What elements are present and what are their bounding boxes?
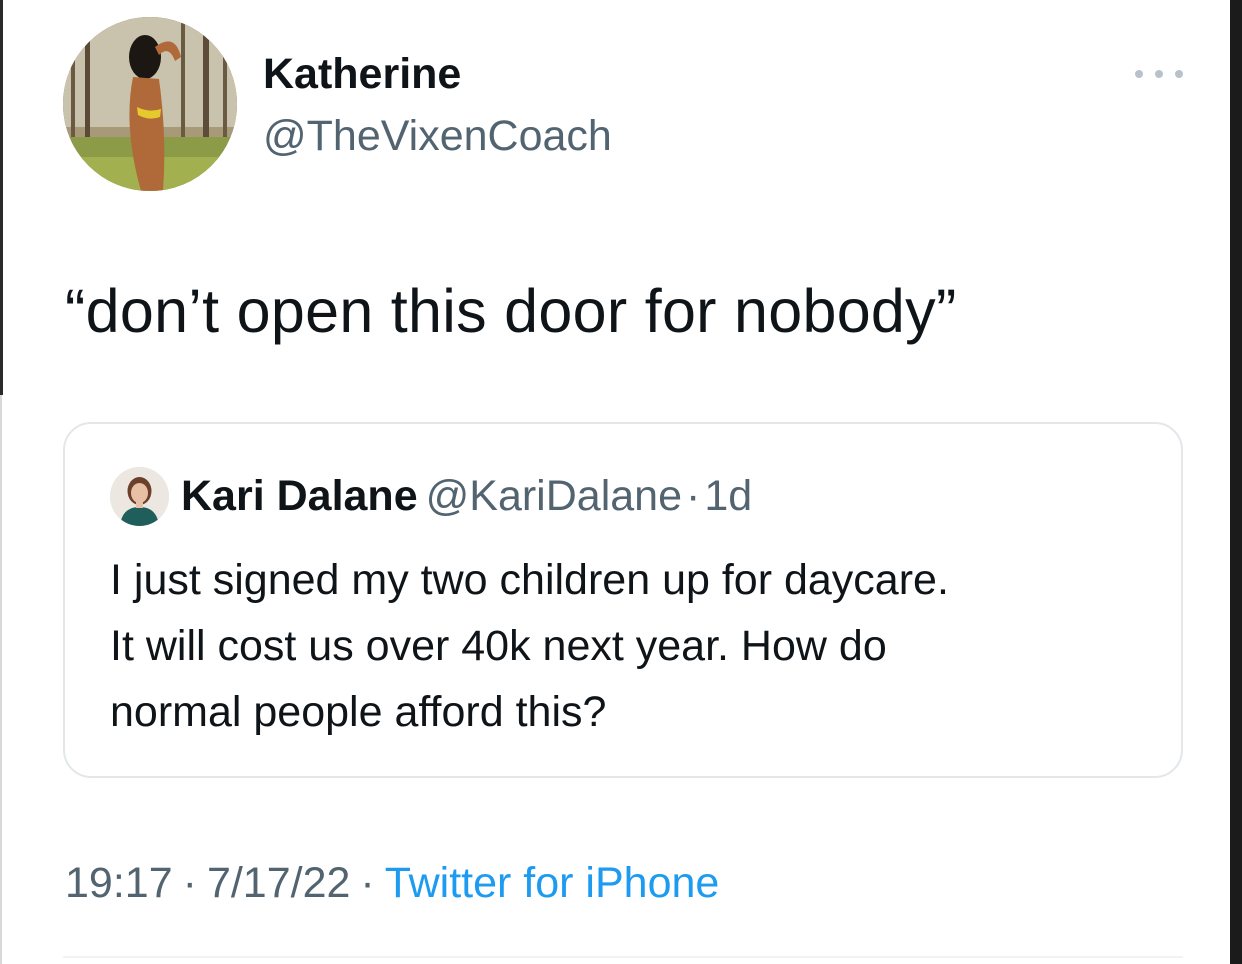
quoted-tweet-age[interactable]: 1d (704, 472, 752, 520)
author-avatar[interactable] (63, 17, 237, 191)
left-edge-line (0, 395, 2, 964)
quoted-tweet-header: Kari Dalane @KariDalane·1d (181, 472, 752, 521)
quoted-author-name[interactable]: Kari Dalane (181, 472, 418, 520)
quoted-author-avatar-photo (110, 467, 169, 526)
author-handle[interactable]: @TheVixenCoach (263, 112, 612, 161)
tweet-detail-screen: Katherine @TheVixenCoach “don’t open thi… (0, 0, 1242, 964)
quoted-author-avatar[interactable] (110, 467, 169, 526)
more-dot (1135, 70, 1143, 78)
quoted-tweet-text: I just signed my two children up for day… (110, 547, 1150, 745)
meta-separator: · (182, 859, 197, 907)
quoted-tweet-line: It will cost us over 40k next year. How … (110, 622, 887, 670)
quoted-separator: · (686, 472, 701, 520)
author-avatar-photo (63, 17, 237, 191)
quoted-tweet-line: I just signed my two children up for day… (110, 556, 949, 604)
more-horizontal-icon[interactable] (1135, 60, 1183, 88)
tweet-metadata: 19:17 · 7/17/22 · Twitter for iPhone (65, 859, 719, 908)
quoted-tweet-card[interactable]: Kari Dalane @KariDalane·1d I just signed … (63, 422, 1183, 778)
left-edge-shadow (0, 0, 3, 395)
tweet-date[interactable]: 7/17/22 (207, 859, 350, 907)
tweet-text: “don’t open this door for nobody” (65, 277, 957, 345)
right-edge-bar (1230, 0, 1242, 964)
meta-separator: · (360, 859, 375, 907)
more-dot (1175, 70, 1183, 78)
quoted-tweet-line: normal people afford this? (110, 688, 607, 736)
author-name[interactable]: Katherine (263, 50, 461, 99)
divider (63, 956, 1183, 958)
quoted-author-handle[interactable]: @KariDalane (426, 472, 682, 520)
more-dot (1155, 70, 1163, 78)
tweet-time[interactable]: 19:17 (65, 859, 173, 907)
tweet-source-link[interactable]: Twitter for iPhone (385, 859, 720, 907)
